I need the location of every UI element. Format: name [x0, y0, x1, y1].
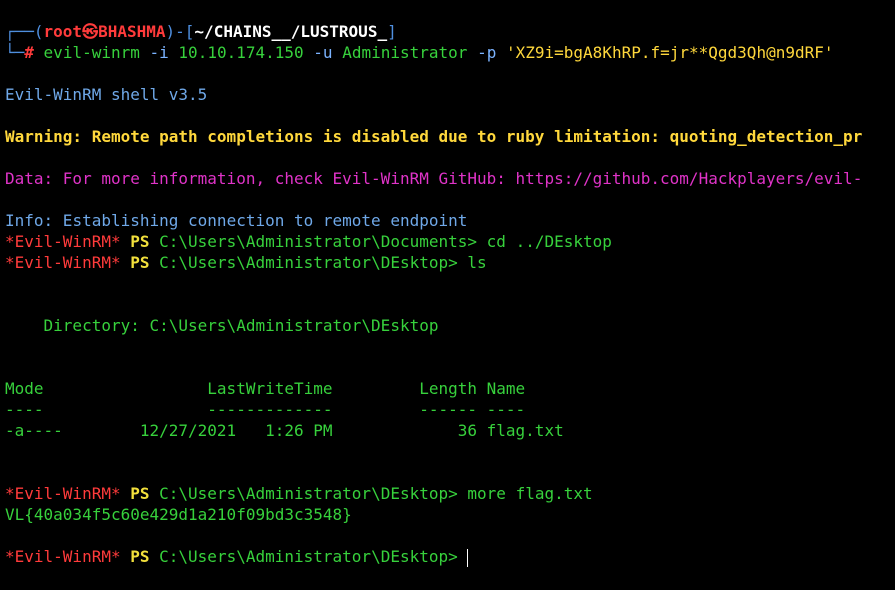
cmd-flag-p: -p	[477, 43, 497, 62]
ps-app-label: *Evil-WinRM*	[5, 232, 121, 251]
ps-label: PS	[130, 232, 150, 251]
shell-command-line: └─# evil-winrm -i 10.10.174.150 -u Admin…	[5, 42, 834, 63]
ps-app-label: *Evil-WinRM*	[5, 547, 121, 566]
ps-command: more flag.txt	[467, 484, 593, 503]
ps-path: C:\Users\Administrator\DEsktop>	[159, 484, 458, 503]
ps-path: C:\Users\Administrator\DEsktop>	[159, 547, 458, 566]
prompt-user: root	[43, 22, 83, 41]
cmd-ip: 10.10.174.150	[178, 43, 304, 62]
ps-path: C:\Users\Administrator\Documents>	[159, 232, 478, 251]
terminal-window[interactable]: ┌──(root㉿BHASHMA)-[~/CHAINS__/LUSTROUS_]…	[0, 0, 895, 590]
ps-label: PS	[130, 484, 150, 503]
ps-line-2: *Evil-WinRM* PS C:\Users\Administrator\D…	[5, 252, 487, 273]
listing-rule: ---- ------------- ------ ----	[5, 400, 526, 419]
cmd-flag-i: -i	[149, 43, 169, 62]
ps-line-1: *Evil-WinRM* PS C:\Users\Administrator\D…	[5, 231, 612, 252]
ps-label: PS	[130, 253, 150, 272]
cmd-password: 'XZ9i=bgA8KhRP.f=jr**Qgd3Qh@n9dRF'	[505, 43, 834, 62]
banner-line: Evil-WinRM shell v3.5	[5, 85, 208, 104]
warning-line: Warning: Remote path completions is disa…	[5, 127, 863, 146]
listing-directory: Directory: C:\Users\Administrator\DEskto…	[5, 316, 439, 335]
shell-prompt-top: ┌──(root㉿BHASHMA)-[~/CHAINS__/LUSTROUS_]	[5, 21, 397, 42]
listing-header: Mode LastWriteTime Length Name	[5, 379, 526, 398]
prompt-at-icon: ㉿	[82, 22, 99, 41]
prompt-cwd: ~/CHAINS__/LUSTROUS_	[194, 22, 388, 41]
prompt-symbol: #	[24, 43, 34, 62]
ps-command: cd ../DEsktop	[486, 232, 612, 251]
prompt-corner-top: ┌──(	[5, 22, 44, 41]
info-line: Info: Establishing connection to remote …	[5, 210, 467, 231]
prompt-close: ]	[387, 22, 397, 41]
ps-line-active[interactable]: *Evil-WinRM* PS C:\Users\Administrator\D…	[5, 546, 468, 567]
ps-path: C:\Users\Administrator\DEsktop>	[159, 253, 458, 272]
ps-line-3: *Evil-WinRM* PS C:\Users\Administrator\D…	[5, 483, 593, 504]
text-cursor	[466, 548, 468, 567]
cmd-user: Administrator	[342, 43, 468, 62]
ps-label: PS	[130, 547, 150, 566]
ps-app-label: *Evil-WinRM*	[5, 484, 121, 503]
prompt-host: BHASHMA	[98, 22, 166, 41]
info-label: Info:	[5, 211, 54, 230]
flag-output: VL{40a034f5c60e429d1a210f09bd3c3548}	[5, 505, 352, 524]
ps-app-label: *Evil-WinRM*	[5, 253, 121, 272]
listing-row: -a---- 12/27/2021 1:26 PM 36 flag.txt	[5, 421, 564, 440]
cmd-binary: evil-winrm	[43, 43, 140, 62]
prompt-mid: )-[	[165, 22, 195, 41]
info-text: Establishing connection to remote endpoi…	[53, 211, 468, 230]
ps-command: ls	[467, 253, 487, 272]
data-line: Data: For more information, check Evil-W…	[5, 169, 863, 188]
cmd-flag-u: -u	[313, 43, 333, 62]
prompt-corner-bottom: └─	[5, 43, 25, 62]
